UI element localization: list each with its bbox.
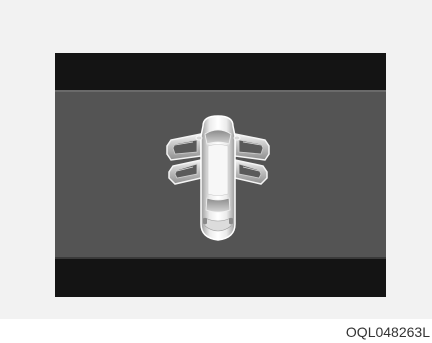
car-doors-open-icon — [166, 115, 270, 241]
display-divider-top — [55, 90, 386, 92]
car-body — [195, 115, 241, 241]
display-main-area — [55, 90, 386, 259]
display-top-bar — [55, 53, 386, 90]
rear-right-door — [234, 159, 268, 185]
figure-code-label: OQL048263L — [345, 324, 430, 340]
figure-frame — [0, 0, 432, 319]
rear-left-door — [168, 159, 202, 185]
display-bottom-bar — [55, 259, 386, 297]
cluster-display — [55, 53, 386, 297]
